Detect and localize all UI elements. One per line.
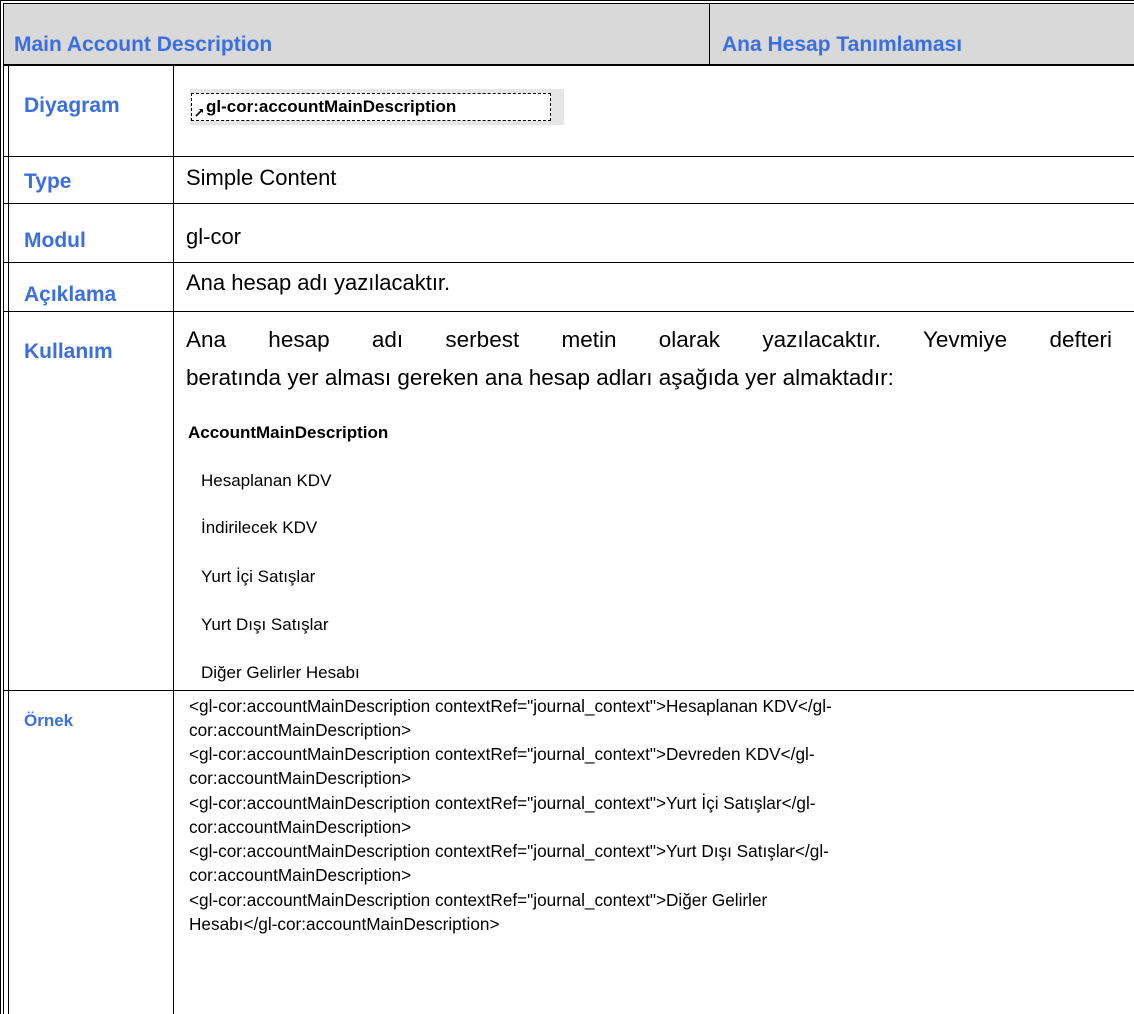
example-line: Hesabı</gl-cor:accountMainDescription>: [189, 914, 500, 934]
usage-line-1: Ana hesap adı serbest metin olarak yazıl…: [186, 327, 1112, 352]
diagram-label: Diyagram: [24, 94, 120, 117]
list-item: Yurt Dışı Satışlar: [201, 615, 329, 634]
example-label: Örnek: [24, 711, 74, 730]
module-label: Modul: [24, 229, 86, 252]
example-line: <gl-cor:accountMainDescription contextRe…: [189, 744, 815, 764]
example-line: cor:accountMainDescription>: [189, 865, 412, 885]
link-arrow-icon: [195, 109, 203, 117]
type-value: Simple Content: [186, 165, 337, 190]
example-line: <gl-cor:accountMainDescription contextRe…: [189, 890, 768, 910]
diagram-element-box: gl-cor:accountMainDescription: [190, 89, 564, 125]
module-value: gl-cor: [186, 224, 242, 249]
header-divider: [709, 4, 710, 64]
type-label: Type: [24, 170, 72, 193]
example-line: cor:accountMainDescription>: [189, 720, 412, 740]
list-item: Hesaplanan KDV: [201, 471, 332, 490]
usage-list-title: AccountMainDescription: [188, 423, 389, 442]
list-item: Diğer Gelirler Hesabı: [201, 663, 360, 682]
description-label: Açıklama: [24, 283, 117, 306]
header-right-title: Ana Hesap Tanımlaması: [722, 33, 963, 56]
description-value: Ana hesap adı yazılacaktır.: [186, 270, 451, 295]
example-line: cor:accountMainDescription>: [189, 768, 412, 788]
header-left-title: Main Account Description: [14, 33, 273, 56]
example-line: cor:accountMainDescription>: [189, 817, 412, 837]
row-separator: [4, 311, 1134, 312]
row-separator: [4, 690, 1134, 691]
list-item: İndirilecek KDV: [201, 518, 318, 537]
diagram-element-name: gl-cor:accountMainDescription: [206, 97, 457, 116]
left-inner-border: [8, 64, 9, 1014]
row-separator: [4, 262, 1134, 263]
example-line: <gl-cor:accountMainDescription contextRe…: [189, 841, 829, 861]
list-item: Yurt İçi Satışlar: [201, 567, 316, 586]
diagram-element: gl-cor:accountMainDescription: [191, 93, 551, 121]
usage-label: Kullanım: [24, 340, 113, 363]
row-separator: [4, 203, 1134, 204]
usage-line-2: beratında yer alması gereken ana hesap a…: [186, 365, 894, 390]
example-line: <gl-cor:accountMainDescription contextRe…: [189, 793, 816, 813]
example-line: <gl-cor:accountMainDescription contextRe…: [189, 696, 832, 716]
row-separator: [4, 156, 1134, 157]
label-column-divider: [173, 64, 174, 1014]
